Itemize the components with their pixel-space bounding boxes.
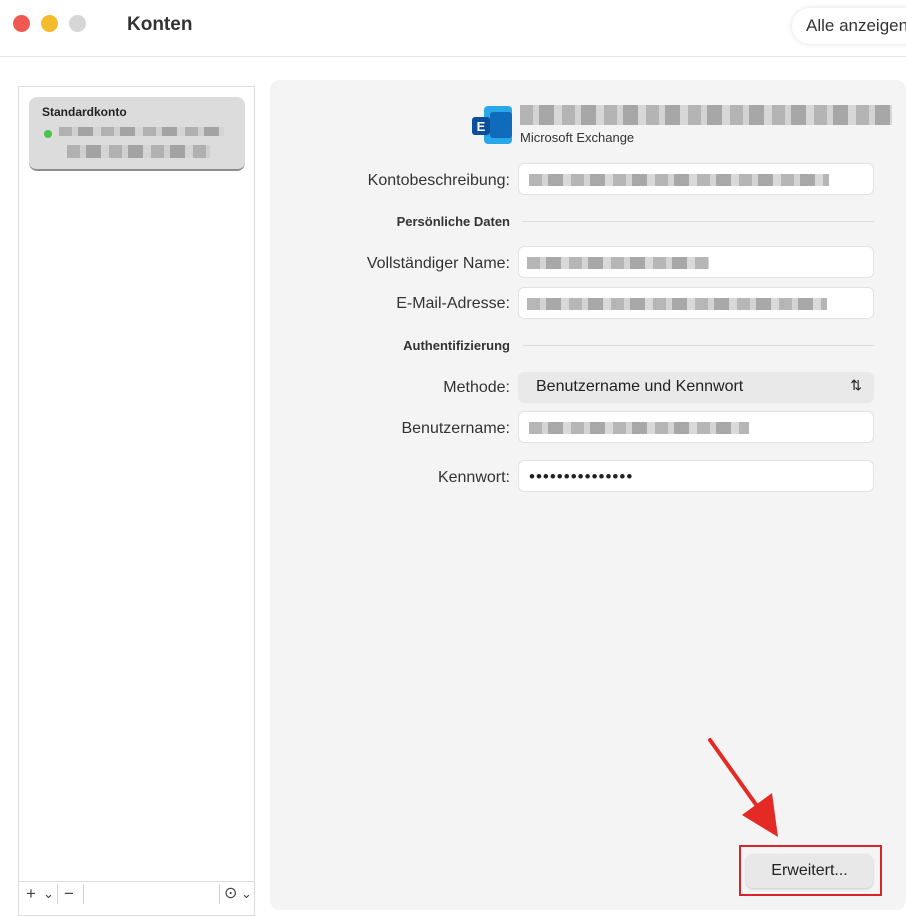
- password-field[interactable]: •••••••••••••••: [518, 460, 874, 492]
- method-label: Methode:: [443, 379, 510, 396]
- email-field[interactable]: [518, 287, 874, 319]
- password-label: Kennwort:: [437, 469, 510, 486]
- account-detail-panel: [270, 80, 906, 910]
- exchange-icon-letter: E: [477, 119, 486, 134]
- add-account-button[interactable]: +: [26, 882, 36, 906]
- full-name-label: Vollständiger Name:: [366, 255, 510, 272]
- show-all-button[interactable]: Alle anzeigen: [792, 8, 906, 44]
- account-email-redacted: [59, 127, 224, 136]
- section-personal-data: Persönliche Daten: [396, 214, 510, 229]
- username-label: Benutzername:: [401, 420, 510, 437]
- username-field[interactable]: [518, 411, 874, 443]
- window-title: Konten: [127, 14, 193, 35]
- microsoft-exchange-icon: E: [472, 106, 512, 144]
- divider: [57, 884, 58, 904]
- description-redacted-value: [529, 174, 829, 186]
- method-select[interactable]: Benutzername und Kennwort ⇅: [518, 372, 874, 403]
- section-divider: [522, 221, 874, 222]
- section-authentication: Authentifizierung: [403, 338, 510, 353]
- show-all-label: Alle anzeigen: [806, 16, 906, 35]
- chevron-up-down-icon: ⇅: [850, 377, 862, 393]
- account-title: Standardkonto: [42, 105, 127, 119]
- divider: [219, 884, 220, 904]
- accounts-sidebar: Standardkonto + ⌄ − ⊙ ⌄: [18, 86, 255, 916]
- description-label: Kontobeschreibung:: [367, 172, 510, 189]
- email-redacted-value: [527, 298, 827, 310]
- title-bar: Konten Alle anzeigen: [0, 0, 906, 57]
- account-list-item[interactable]: Standardkonto: [29, 97, 245, 171]
- minimize-window-button[interactable]: [41, 15, 58, 32]
- email-label: E-Mail-Adresse:: [396, 295, 510, 312]
- username-redacted-value: [529, 422, 749, 434]
- full-name-redacted-value: [527, 257, 709, 269]
- account-type-label: Microsoft Exchange: [520, 130, 635, 145]
- remove-account-button[interactable]: −: [64, 882, 74, 906]
- annotation-highlight-box: [739, 845, 882, 896]
- more-options-icon[interactable]: ⊙: [224, 882, 237, 906]
- description-field[interactable]: [518, 163, 874, 195]
- zoom-window-button[interactable]: [69, 15, 86, 32]
- chevron-down-icon[interactable]: ⌄: [241, 882, 252, 906]
- password-value: •••••••••••••••: [529, 467, 634, 486]
- divider: [83, 884, 84, 904]
- chevron-down-icon[interactable]: ⌄: [43, 882, 54, 906]
- account-name-redacted: [67, 145, 210, 158]
- section-divider: [522, 345, 874, 346]
- status-online-icon: [44, 130, 52, 138]
- method-selected-value: Benutzername und Kennwort: [536, 378, 744, 395]
- account-name-redacted: [520, 105, 892, 125]
- close-window-button[interactable]: [13, 15, 30, 32]
- annotation-arrow-icon: [708, 738, 778, 837]
- full-name-field[interactable]: [518, 246, 874, 278]
